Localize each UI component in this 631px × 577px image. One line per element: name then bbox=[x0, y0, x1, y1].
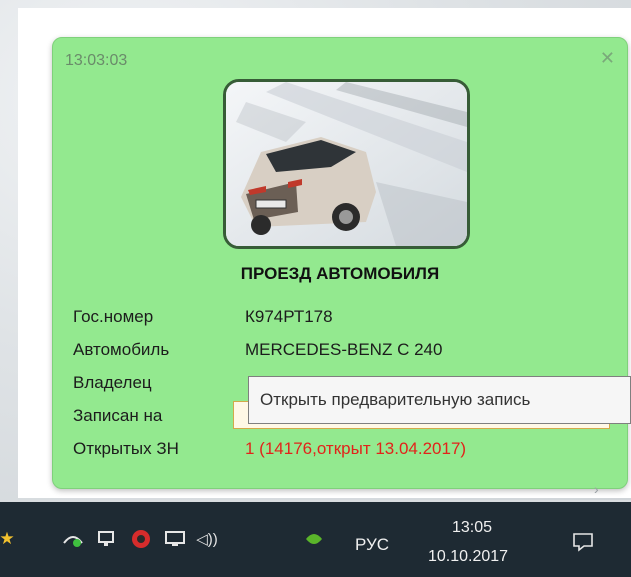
vehicle-value: MERCEDES-BENZ C 240 bbox=[245, 340, 443, 359]
vehicle-label: Автомобиль bbox=[73, 340, 170, 359]
appointment-label: Записан на bbox=[73, 406, 163, 425]
scroll-arrow-icon[interactable]: › bbox=[594, 481, 599, 497]
clock-time[interactable]: 13:05 bbox=[452, 519, 492, 537]
open-orders-label: Открытых ЗН bbox=[73, 439, 179, 458]
display-icon[interactable] bbox=[164, 528, 186, 550]
vehicle-camera-photo[interactable] bbox=[223, 79, 470, 249]
record-icon[interactable] bbox=[130, 528, 152, 550]
notification-icon[interactable] bbox=[572, 532, 594, 552]
popup-title: ПРОЕЗД АВТОМОБИЛЯ bbox=[240, 264, 440, 283]
plate-value: К974РТ178 bbox=[245, 307, 333, 326]
plate-label: Гос.номер bbox=[73, 307, 154, 326]
clock-date[interactable]: 10.10.2017 bbox=[428, 548, 508, 566]
language-indicator[interactable]: РУС bbox=[355, 535, 389, 555]
volume-icon[interactable]: ◁)) bbox=[196, 528, 218, 550]
owner-label: Владелец bbox=[73, 373, 152, 392]
popup-time: 13:03:03 bbox=[65, 52, 128, 69]
open-appointment-tooltip: Открыть предварительную запись bbox=[248, 376, 631, 424]
app-tray-icon[interactable] bbox=[303, 528, 325, 550]
taskbar: ★ ◁)) РУС 13:05 10.10.2017 bbox=[0, 502, 631, 577]
star-icon[interactable]: ★ bbox=[0, 528, 18, 550]
close-icon[interactable]: ✕ bbox=[600, 48, 615, 69]
open-orders-value[interactable]: 1 (14176,открыт 13.04.2017) bbox=[245, 439, 466, 459]
network-monitor-icon[interactable] bbox=[95, 528, 117, 550]
network-sync-icon[interactable] bbox=[62, 528, 84, 550]
